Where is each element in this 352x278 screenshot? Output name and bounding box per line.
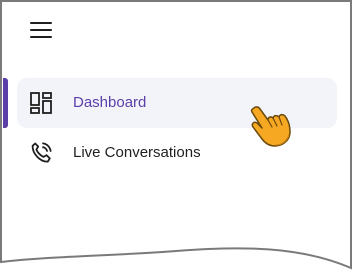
app-frame: Dashboard Live Conversations (0, 0, 352, 278)
sidebar-item-dashboard[interactable]: Dashboard (17, 78, 337, 128)
hamburger-menu-icon[interactable] (28, 18, 56, 42)
phone-call-icon (31, 142, 52, 163)
sidebar-item-label: Live Conversations (73, 144, 201, 161)
active-nav-indicator (3, 78, 8, 128)
dashboard-icon (30, 92, 52, 114)
sidebar-item-live-conversations[interactable]: Live Conversations (17, 128, 337, 178)
sidebar-item-label: Dashboard (73, 94, 147, 111)
